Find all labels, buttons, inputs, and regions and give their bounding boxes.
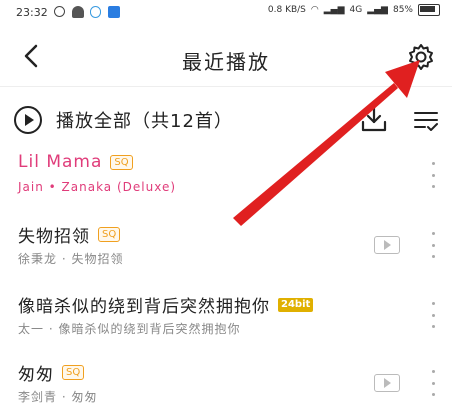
sq-badge: SQ <box>110 154 133 170</box>
sq-badge: SQ <box>62 365 85 380</box>
song-row[interactable]: 失物招领 SQ 徐秉龙 · 失物招领 <box>0 222 452 282</box>
alarm-icon <box>54 6 65 17</box>
settings-gear-icon[interactable] <box>406 42 436 72</box>
mv-icon[interactable] <box>374 374 400 392</box>
song-subtitle: 太一 · 像暗杀似的绕到背后突然拥抱你 <box>18 322 241 336</box>
shield-app-icon <box>108 6 120 18</box>
play-all-button[interactable]: 播放全部（共12首） <box>14 102 233 138</box>
mv-icon[interactable] <box>374 236 400 254</box>
page-header: 最近播放 <box>0 30 452 86</box>
signal-icon-2: ▂▄▆ <box>367 5 388 15</box>
song-subtitle: 徐秉龙 · 失物招领 <box>18 252 124 266</box>
song-subtitle: Jain • Zanaka (Deluxe) <box>18 180 177 194</box>
song-title: Lil Mama <box>18 152 103 172</box>
song-title: 失物招领 <box>18 227 90 247</box>
status-right: 0.8 KB/S ◠ ▂▄▆ 4G ▂▄▆ 85% <box>268 4 440 16</box>
header-divider <box>0 86 452 87</box>
song-subtitle: 李剑青 · 匆匆 <box>18 390 98 404</box>
song-title-row: 匆匆 SQ <box>18 360 85 385</box>
network-type: 4G <box>349 5 363 15</box>
song-row[interactable]: 像暗杀似的绕到背后突然拥抱你 24bit 太一 · 像暗杀似的绕到背后突然拥抱你 <box>0 292 452 352</box>
sq-badge: SQ <box>98 227 121 242</box>
status-bar: 23:32 0.8 KB/S ◠ ▂▄▆ 4G ▂▄▆ 85% <box>0 0 452 26</box>
play-all-label: 播放全部（共12首） <box>56 111 233 132</box>
wifi-icon: ◠ <box>310 5 319 15</box>
hires-24bit-badge: 24bit <box>278 297 314 312</box>
song-title-row: 失物招领 SQ <box>18 222 121 247</box>
more-vertical-icon[interactable] <box>428 302 438 328</box>
song-title: 像暗杀似的绕到背后突然拥抱你 <box>18 297 270 317</box>
network-speed: 0.8 KB/S <box>267 5 306 15</box>
signal-icon: ▂▄▆ <box>323 5 345 15</box>
song-title-row: 像暗杀似的绕到背后突然拥抱你 24bit <box>18 292 314 317</box>
battery-percent: 85% <box>392 5 413 15</box>
app-notification-icon <box>72 6 84 18</box>
multi-select-icon[interactable] <box>412 108 440 134</box>
play-circle-icon <box>14 106 42 134</box>
download-icon[interactable] <box>360 104 388 134</box>
song-title-row: Lil Mama SQ <box>18 152 133 172</box>
status-time: 23:32 <box>16 6 48 19</box>
battery-icon <box>418 4 440 16</box>
more-vertical-icon[interactable] <box>428 232 438 258</box>
qq-icon <box>90 6 101 18</box>
song-title: 匆匆 <box>18 365 54 385</box>
song-row[interactable]: 匆匆 SQ 李剑青 · 匆匆 <box>0 360 452 420</box>
more-vertical-icon[interactable] <box>428 162 438 188</box>
song-row[interactable]: Lil Mama SQ Jain • Zanaka (Deluxe) <box>0 152 452 212</box>
page-title: 最近播放 <box>182 50 270 74</box>
more-vertical-icon[interactable] <box>428 370 438 396</box>
